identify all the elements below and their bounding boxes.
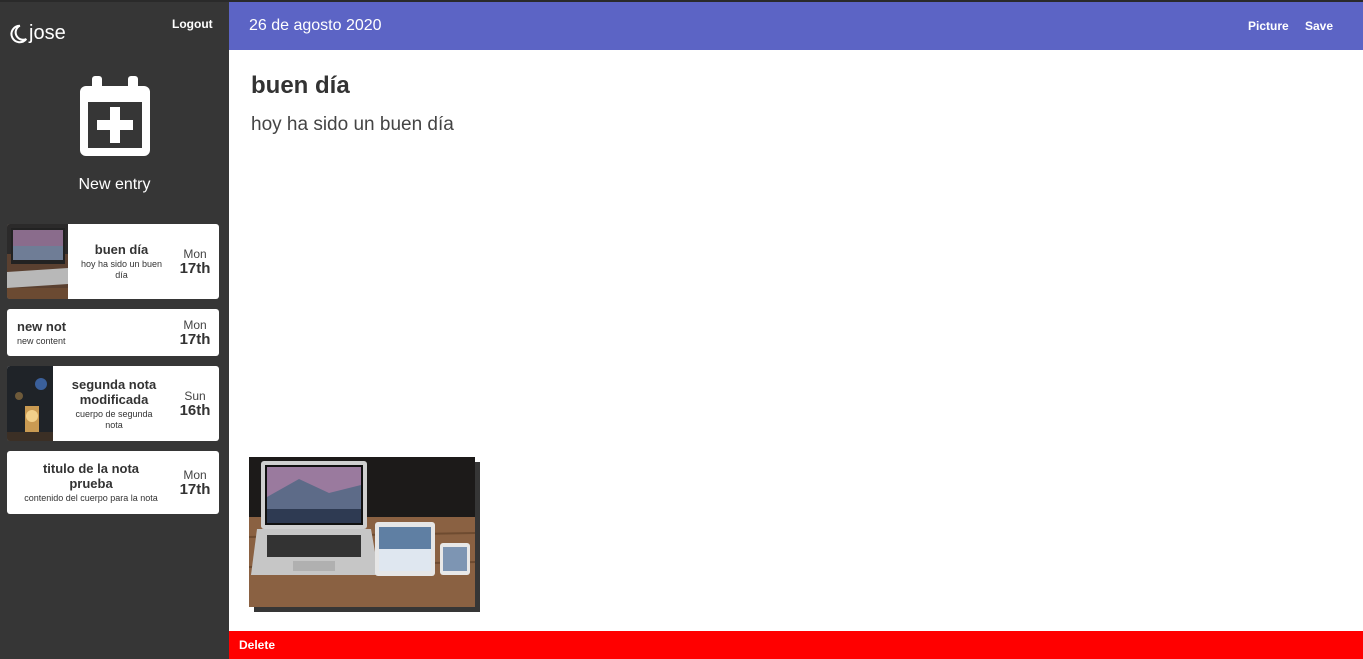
entry-day: Sun — [184, 388, 206, 403]
sidebar: jose Logout New entry buen día hoy ha si… — [0, 0, 229, 659]
entry-body: new not new content — [7, 309, 175, 356]
note-picture-image — [249, 457, 475, 607]
note-body-textarea[interactable]: hoy ha sido un buen día — [251, 114, 1331, 154]
entry-item[interactable]: titulo de la nota prueba contenido del c… — [7, 451, 219, 514]
brand: jose — [7, 22, 66, 45]
entry-list: buen día hoy ha sido un buen día Mon 17t… — [7, 224, 219, 524]
entry-snippet: cuerpo de segunda nota — [75, 408, 153, 430]
entry-date-number: 17th — [179, 259, 211, 277]
entry-date-number: 17th — [179, 330, 211, 348]
logout-button[interactable]: Logout — [172, 17, 213, 31]
entry-title: new not — [17, 318, 67, 334]
entry-thumbnail — [7, 366, 53, 441]
top-bar: 26 de agosto 2020 Picture Save — [229, 2, 1363, 50]
entry-date: Sun 16th — [175, 366, 219, 441]
note-title-input[interactable] — [251, 72, 1151, 100]
entry-date: Mon 17th — [175, 309, 219, 356]
entry-item[interactable]: buen día hoy ha sido un buen día Mon 17t… — [7, 224, 219, 299]
delete-label: Delete — [239, 638, 276, 652]
entry-date-number: 17th — [179, 480, 211, 498]
new-entry-label: New entry — [78, 176, 151, 193]
picture-button[interactable]: Picture — [1248, 19, 1289, 33]
entry-day: Mon — [183, 246, 207, 261]
entry-item[interactable]: segunda nota modificada cuerpo de segund… — [7, 366, 219, 441]
entry-body: buen día hoy ha sido un buen día — [68, 224, 175, 299]
entry-snippet: new content — [17, 335, 66, 346]
save-button[interactable]: Save — [1305, 19, 1333, 33]
entry-item[interactable]: new not new content Mon 17th — [7, 309, 219, 356]
entry-date: Mon 17th — [175, 451, 219, 514]
note-picture — [249, 457, 480, 612]
brand-name: jose — [29, 22, 66, 44]
calendar-plus-icon — [79, 76, 150, 156]
entry-title: buen día — [94, 242, 149, 257]
note-date-title: 26 de agosto 2020 — [249, 17, 382, 34]
entry-thumbnail — [7, 224, 68, 299]
entry-snippet: hoy ha sido un buen día — [80, 259, 163, 280]
entry-date-number: 16th — [179, 401, 211, 419]
entry-day: Mon — [183, 467, 207, 482]
entry-title: segunda nota modificada — [71, 376, 157, 407]
new-entry-button[interactable]: New entry — [0, 74, 229, 194]
entry-body: segunda nota modificada cuerpo de segund… — [53, 366, 175, 441]
delete-button[interactable]: Delete — [229, 631, 1363, 659]
entry-day: Mon — [183, 317, 207, 332]
entry-snippet: contenido del cuerpo para la nota — [24, 493, 158, 503]
entry-body: titulo de la nota prueba contenido del c… — [7, 451, 175, 514]
entry-title: titulo de la nota prueba — [42, 461, 140, 491]
entry-date: Mon 17th — [175, 224, 219, 299]
moon-icon — [10, 24, 28, 43]
